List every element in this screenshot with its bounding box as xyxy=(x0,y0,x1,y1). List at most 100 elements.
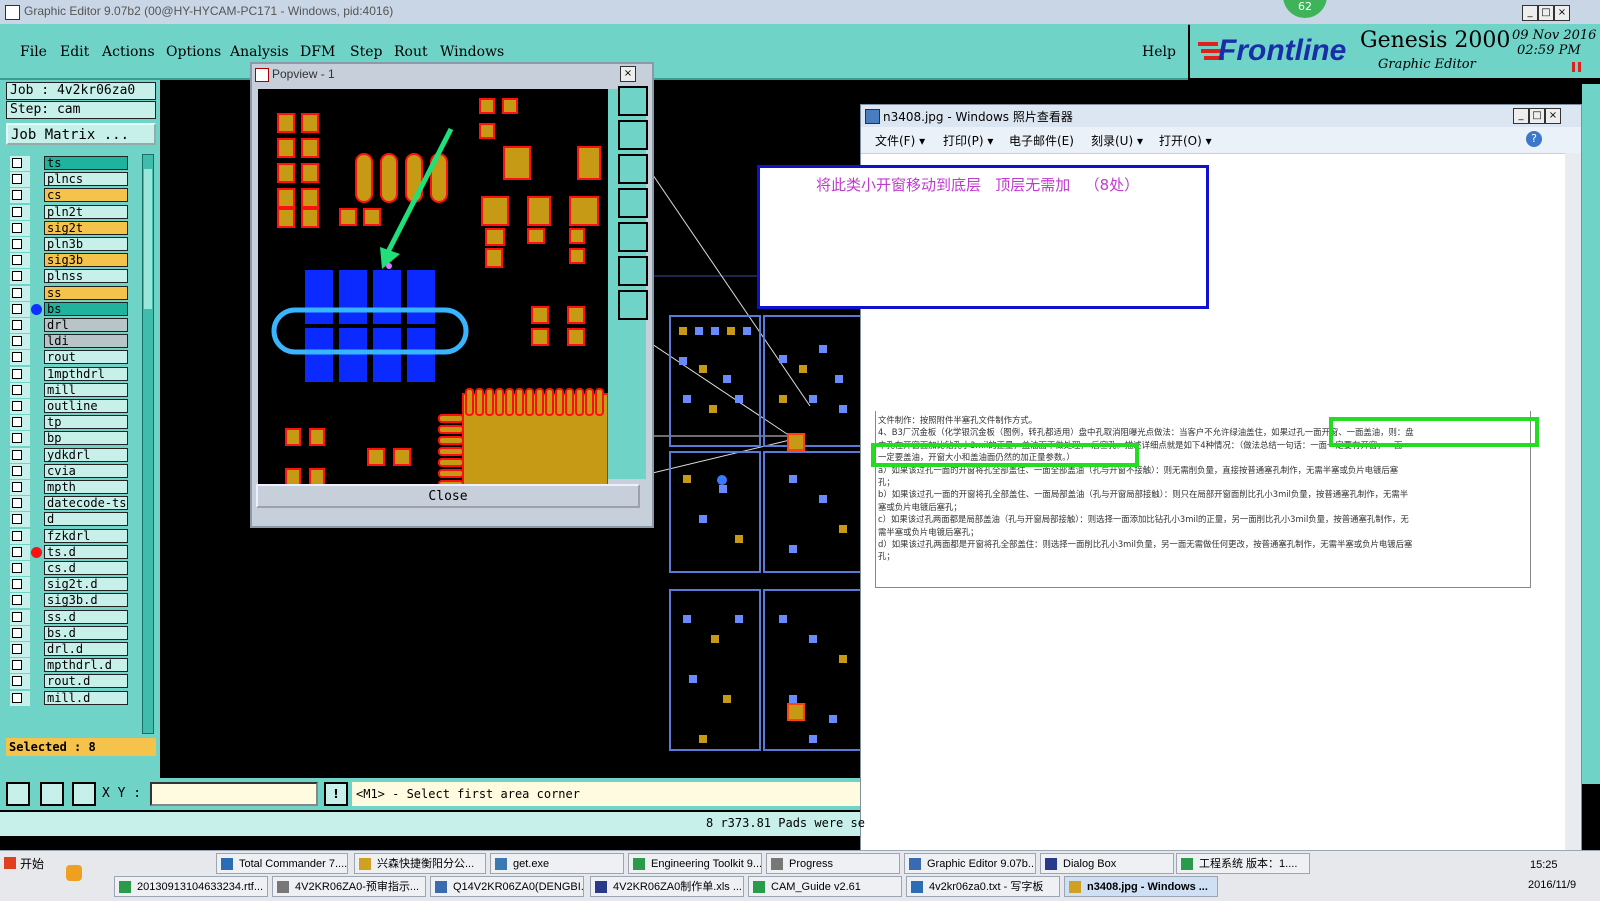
layer-row[interactable]: drl.d xyxy=(10,642,128,657)
layer-row[interactable]: pln2t xyxy=(10,204,128,220)
zoom-fit-button[interactable] xyxy=(618,86,648,116)
taskbar-button[interactable]: Dialog Box xyxy=(1040,853,1174,874)
layer-row[interactable]: plncs xyxy=(10,172,128,188)
menu-item-actions[interactable]: Actions xyxy=(102,44,155,60)
taskbar-button[interactable]: n3408.jpg - Windows ... xyxy=(1064,876,1218,897)
layer-row[interactable]: bs.d xyxy=(10,625,128,641)
layer-row[interactable]: bs xyxy=(10,301,128,317)
layer-checkbox[interactable] xyxy=(10,382,30,398)
taskbar-button[interactable]: 工程系统 版本：1.... xyxy=(1176,853,1310,874)
layer-checkbox[interactable] xyxy=(10,674,30,690)
layer-checkbox[interactable] xyxy=(10,188,30,204)
layer-row[interactable]: 1mpthdrl xyxy=(10,366,128,382)
select-tool-icon[interactable] xyxy=(6,782,30,806)
layer-row[interactable]: sig3b xyxy=(10,253,128,269)
maximize-button[interactable]: □ xyxy=(1538,5,1554,21)
layer-row[interactable]: cs.d xyxy=(10,561,128,576)
layer-row[interactable]: cvia xyxy=(10,463,128,479)
layer-checkbox[interactable] xyxy=(10,480,30,495)
help-menu[interactable]: Help xyxy=(1142,44,1176,60)
menu-item-step[interactable]: Step xyxy=(350,44,382,60)
taskbar-button[interactable]: 20130913104633234.rtf... xyxy=(114,876,268,897)
viewer-menu-item[interactable]: 打开(O) ▾ xyxy=(1159,132,1212,149)
layer-row[interactable]: pln3b xyxy=(10,237,128,252)
close-button[interactable]: × xyxy=(1554,5,1570,21)
layer-checkbox[interactable] xyxy=(10,447,30,463)
pan-left-button[interactable] xyxy=(618,188,648,218)
layer-row[interactable]: sig3b.d xyxy=(10,593,128,609)
pan-up-button[interactable] xyxy=(618,120,648,150)
xy-input[interactable] xyxy=(150,782,318,806)
layer-checkbox[interactable] xyxy=(10,625,30,641)
pan-right-button[interactable] xyxy=(618,222,648,252)
help-icon[interactable]: ? xyxy=(1526,131,1542,147)
layer-checkbox[interactable] xyxy=(10,496,30,512)
layer-row[interactable]: sig2t.d xyxy=(10,577,128,593)
layer-checkbox[interactable] xyxy=(10,561,30,576)
taskbar-button[interactable]: 4v2kr06za0.txt - 写字板 xyxy=(906,876,1060,897)
layer-row[interactable]: drl xyxy=(10,318,128,333)
alert-button[interactable]: ! xyxy=(324,782,348,806)
layer-checkbox[interactable] xyxy=(10,237,30,252)
taskbar-button[interactable]: Progress xyxy=(766,853,900,874)
taskbar-button[interactable]: 兴森快捷衡阳分公... xyxy=(354,853,486,874)
layer-checkbox[interactable] xyxy=(10,577,30,593)
viewer-close-button[interactable]: × xyxy=(1545,108,1561,124)
layer-checkbox[interactable] xyxy=(10,415,30,431)
layer-row[interactable]: datecode-ts xyxy=(10,496,128,512)
layer-checkbox[interactable] xyxy=(10,609,30,625)
layer-row[interactable]: d xyxy=(10,512,128,528)
menu-item-edit[interactable]: Edit xyxy=(60,44,89,60)
layer-row[interactable]: rout.d xyxy=(10,674,128,690)
layer-row[interactable]: tp xyxy=(10,415,128,431)
scroll-thumb[interactable] xyxy=(144,169,152,309)
layer-checkbox[interactable] xyxy=(10,318,30,333)
taskbar-button[interactable]: 4V2KR06ZA0制作单.xls ... xyxy=(590,876,744,897)
taskbar-button[interactable]: get.exe xyxy=(490,853,624,874)
start-button[interactable]: 开始 xyxy=(2,853,52,875)
layer-row[interactable]: ydkdrl xyxy=(10,447,128,463)
layer-checkbox[interactable] xyxy=(10,642,30,657)
taskbar-button[interactable]: Total Commander 7.... xyxy=(216,853,348,874)
layer-scrollbar[interactable] xyxy=(142,154,154,734)
viewer-menu-item[interactable]: 刻录(U) ▾ xyxy=(1091,132,1143,149)
layer-checkbox[interactable] xyxy=(10,399,30,414)
layer-checkbox[interactable] xyxy=(10,334,30,350)
viewer-menu-item[interactable]: 文件(F) ▾ xyxy=(875,132,925,149)
layer-row[interactable]: ss xyxy=(10,285,128,301)
zoom-out-button[interactable] xyxy=(618,290,648,320)
layer-row[interactable]: mpthdrl.d xyxy=(10,658,128,674)
viewer-maximize-button[interactable]: □ xyxy=(1529,108,1545,124)
menu-item-dfm[interactable]: DFM xyxy=(300,44,335,60)
layer-checkbox[interactable] xyxy=(10,204,30,220)
layer-checkbox[interactable] xyxy=(10,156,30,171)
layer-checkbox[interactable] xyxy=(10,544,30,560)
layer-checkbox[interactable] xyxy=(10,463,30,479)
layer-checkbox[interactable] xyxy=(10,301,30,317)
minimize-button[interactable]: _ xyxy=(1522,5,1538,21)
layer-row[interactable]: sig2t xyxy=(10,220,128,236)
measure-tool-icon[interactable] xyxy=(40,782,64,806)
layer-checkbox[interactable] xyxy=(10,285,30,301)
layer-row[interactable]: mill xyxy=(10,382,128,398)
layer-checkbox[interactable] xyxy=(10,269,30,285)
taskbar-button[interactable]: Engineering Toolkit 9... xyxy=(628,853,762,874)
layer-row[interactable]: rout xyxy=(10,350,128,366)
quick-launch-icon[interactable] xyxy=(66,865,82,881)
menu-item-file[interactable]: File xyxy=(20,44,47,60)
taskbar-button[interactable]: Graphic Editor 9.07b... xyxy=(904,853,1036,874)
grid-tool-icon[interactable] xyxy=(72,782,96,806)
layer-checkbox[interactable] xyxy=(10,172,30,188)
layer-checkbox[interactable] xyxy=(10,593,30,609)
zoom-in-button[interactable] xyxy=(618,256,648,286)
layer-checkbox[interactable] xyxy=(10,350,30,366)
menu-item-windows[interactable]: Windows xyxy=(440,44,504,60)
layer-checkbox[interactable] xyxy=(10,512,30,528)
layer-row[interactable]: ts.d xyxy=(10,544,128,560)
viewer-menu-item[interactable]: 打印(P) ▾ xyxy=(943,132,993,149)
layer-checkbox[interactable] xyxy=(10,366,30,382)
viewer-menu-item[interactable]: 电子邮件(E) xyxy=(1009,132,1074,149)
layer-row[interactable]: cs xyxy=(10,188,128,204)
popview-close-icon[interactable]: × xyxy=(620,66,636,82)
viewer-scrollbar[interactable] xyxy=(1565,153,1581,851)
